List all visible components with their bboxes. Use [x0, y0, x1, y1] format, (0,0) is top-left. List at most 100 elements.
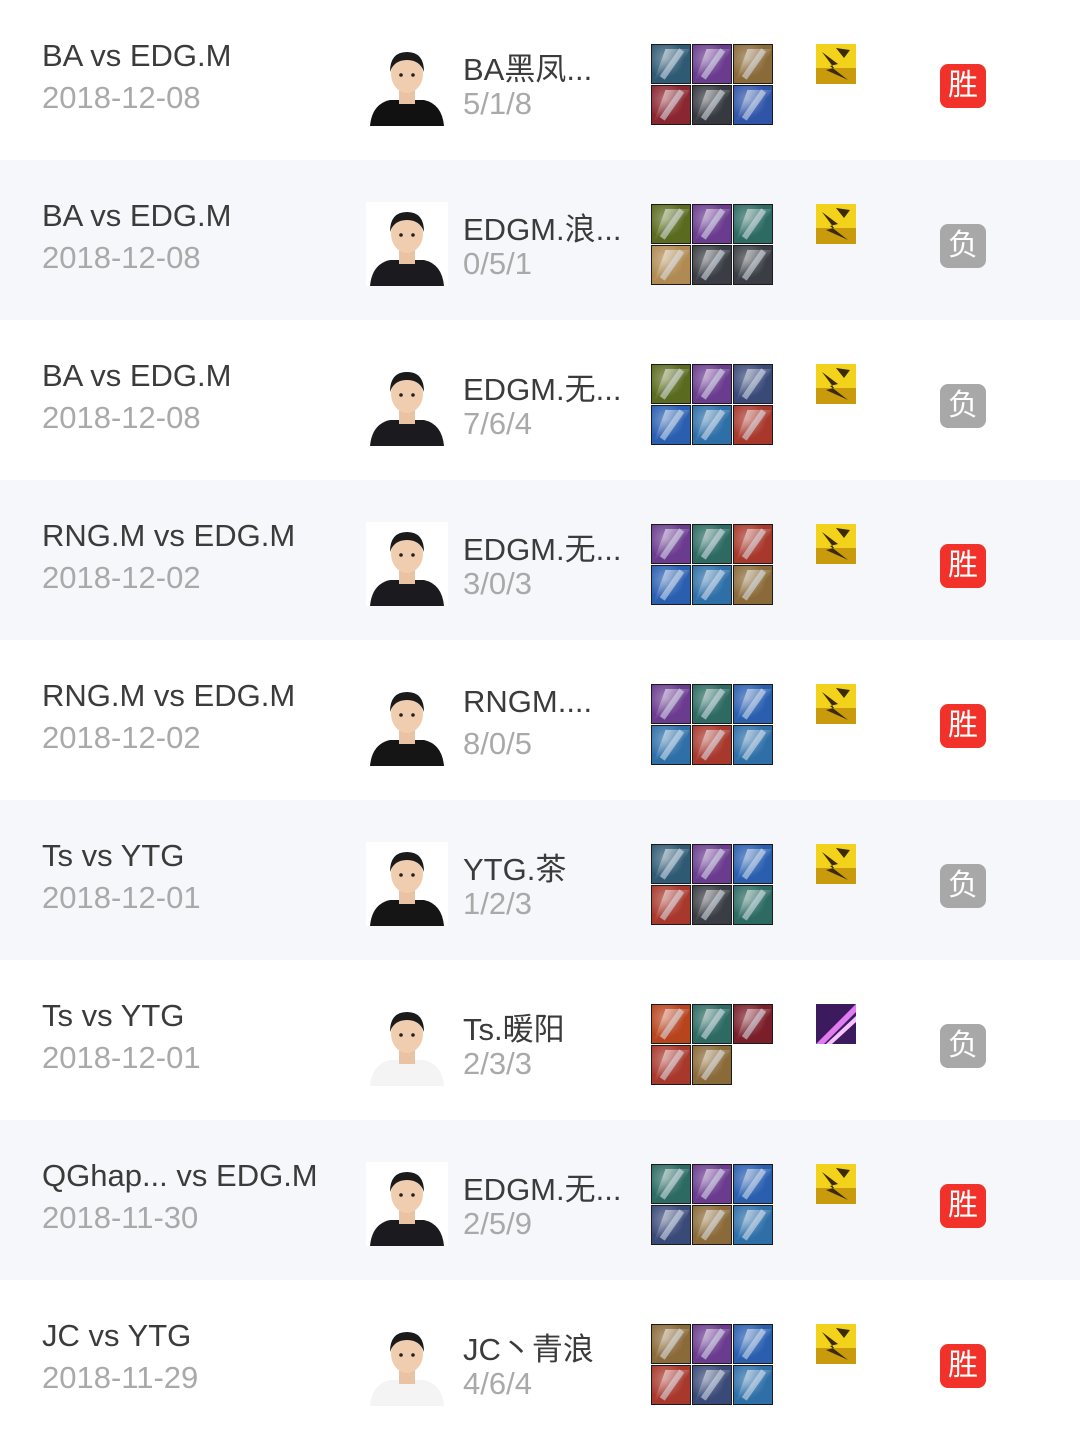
player-avatar [366, 1162, 448, 1246]
item-icon [651, 1205, 691, 1245]
item-icon [651, 1164, 691, 1204]
item-icon [692, 1324, 732, 1364]
player-name: YTG.茶 [463, 852, 567, 887]
match-history-list: BA vs EDG.M 2018-12-08 BA黑凤... 5/1/8 胜 BA vs … [0, 0, 1080, 1444]
match-row[interactable]: QGhap... vs EDG.M 2018-11-30 EDGM.无... 2/5/… [0, 1120, 1080, 1280]
match-date: 2018-11-29 [42, 1360, 199, 1395]
smite-spell-icon [816, 1004, 856, 1044]
flash-spell-icon [816, 364, 856, 404]
match-date: 2018-12-08 [42, 240, 201, 275]
player-avatar [366, 522, 448, 606]
player-name: JC丶青浪 [463, 1332, 594, 1367]
loss-badge: 负 [940, 864, 986, 908]
match-date: 2018-12-01 [42, 1040, 201, 1075]
item-icon [692, 1004, 732, 1044]
item-icon [733, 405, 773, 445]
item-icon [733, 1164, 773, 1204]
item-icon [651, 245, 691, 285]
match-title: QGhap... vs EDG.M [42, 1158, 318, 1193]
item-icon [692, 1164, 732, 1204]
match-row[interactable]: JC vs YTG 2018-11-29 JC丶青浪 4/6/4 胜 [0, 1280, 1080, 1440]
item-icon [733, 44, 773, 84]
item-icon [733, 565, 773, 605]
item-icon [651, 405, 691, 445]
item-icon [733, 684, 773, 724]
player-avatar [366, 1322, 448, 1406]
player-kda: 3/0/3 [463, 566, 532, 601]
match-date: 2018-12-01 [42, 880, 201, 915]
item-icon [733, 1365, 773, 1405]
player-kda: 8/0/5 [463, 726, 532, 761]
item-icon [651, 684, 691, 724]
item-icon [692, 725, 732, 765]
match-date: 2018-12-02 [42, 560, 201, 595]
match-title: BA vs EDG.M [42, 198, 232, 233]
item-build-grid [651, 204, 775, 286]
item-icon [692, 524, 732, 564]
player-kda: 5/1/8 [463, 86, 532, 121]
win-badge: 胜 [940, 1184, 986, 1228]
flash-spell-icon [816, 844, 856, 884]
item-icon [651, 885, 691, 925]
player-avatar [366, 1002, 448, 1086]
item-icon [651, 524, 691, 564]
match-title: RNG.M vs EDG.M [42, 678, 296, 713]
player-kda: 0/5/1 [463, 246, 532, 281]
player-name: BA黑凤... [463, 52, 593, 87]
match-title: BA vs EDG.M [42, 38, 232, 73]
item-icon [651, 85, 691, 125]
item-build-grid [651, 524, 775, 606]
flash-spell-icon [816, 1164, 856, 1204]
player-kda: 7/6/4 [463, 406, 532, 441]
player-name: Ts.暖阳 [463, 1012, 565, 1047]
player-name: EDGM.无... [463, 532, 622, 567]
item-build-grid [651, 1004, 775, 1086]
match-title: JC vs YTG [42, 1318, 192, 1353]
match-row[interactable]: BA vs EDG.M 2018-12-08 EDGM.浪... 0/5/1 负 [0, 160, 1080, 320]
player-name: EDGM.浪... [463, 212, 622, 247]
item-build-grid [651, 44, 775, 126]
item-icon [651, 565, 691, 605]
item-icon [733, 245, 773, 285]
loss-badge: 负 [940, 224, 986, 268]
item-icon [651, 1324, 691, 1364]
match-row[interactable]: BA vs EDG.M 2018-12-08 BA黑凤... 5/1/8 胜 [0, 0, 1080, 160]
item-icon [692, 405, 732, 445]
flash-spell-icon [816, 524, 856, 564]
item-icon [733, 85, 773, 125]
match-row[interactable]: RNG.M vs EDG.M 2018-12-02 EDGM.无... 3/0/3 胜 [0, 480, 1080, 640]
item-icon [733, 364, 773, 404]
item-icon [651, 364, 691, 404]
item-icon [651, 1365, 691, 1405]
item-icon [692, 85, 732, 125]
match-row[interactable]: BA vs EDG.M 2018-12-08 EDGM.无... 7/6/4 负 [0, 320, 1080, 480]
item-icon [733, 844, 773, 884]
item-icon [651, 725, 691, 765]
flash-spell-icon [816, 1324, 856, 1364]
match-date: 2018-11-30 [42, 1200, 199, 1235]
match-row[interactable]: RNG.M vs EDG.M 2018-12-02 RNGM.... 8/0/5 胜 [0, 640, 1080, 800]
item-icon [733, 204, 773, 244]
match-row[interactable]: Ts vs YTG 2018-12-01 YTG.茶 1/2/3 负 [0, 800, 1080, 960]
item-icon [651, 1045, 691, 1085]
player-name: EDGM.无... [463, 372, 622, 407]
item-icon [692, 844, 732, 884]
match-date: 2018-12-08 [42, 400, 201, 435]
item-icon [733, 1324, 773, 1364]
item-build-grid [651, 364, 775, 446]
item-icon [733, 1004, 773, 1044]
item-icon [733, 885, 773, 925]
item-icon [651, 844, 691, 884]
match-row[interactable]: Ts vs YTG 2018-12-01 Ts.暖阳 2/3/3 负 [0, 960, 1080, 1120]
item-icon [692, 684, 732, 724]
player-kda: 2/5/9 [463, 1206, 532, 1241]
player-name: EDGM.无... [463, 1172, 622, 1207]
item-icon [692, 1205, 732, 1245]
player-avatar [366, 202, 448, 286]
win-badge: 胜 [940, 544, 986, 588]
player-kda: 1/2/3 [463, 886, 532, 921]
match-date: 2018-12-02 [42, 720, 201, 755]
item-icon [692, 565, 732, 605]
win-badge: 胜 [940, 704, 986, 748]
player-avatar [366, 42, 448, 126]
